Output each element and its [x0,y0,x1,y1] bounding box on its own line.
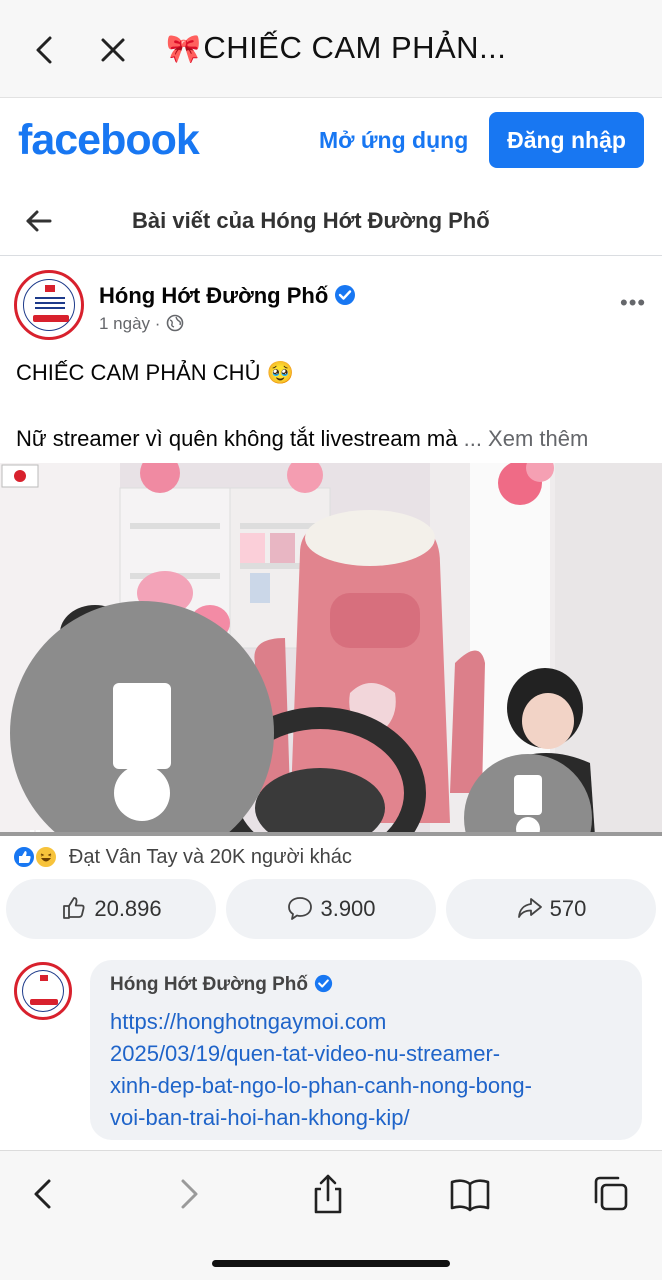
post-caption-title: CHIẾC CAM PHẢN CHỦ 🥹 [16,360,294,385]
share-button[interactable]: 570 [446,879,656,939]
comment-icon [288,897,313,920]
tab-title: 🎀CHIẾC CAM PHẢN... [166,30,506,66]
post-author-name[interactable]: Hóng Hớt Đường Phố [99,283,328,308]
bow-emoji: 🎀 [166,33,202,64]
thumbs-up-icon [63,897,85,919]
verified-badge-icon [335,285,356,305]
post-author[interactable]: Hóng Hớt Đường Phố [99,283,356,309]
caption-text: Nữ streamer vì quên không tắt livestream… [16,426,458,451]
facebook-logo[interactable]: facebook [18,116,200,165]
open-app-link[interactable]: Mở ứng dụng [319,127,468,154]
comment-count: 3.900 [320,896,376,921]
verified-badge-icon [314,974,333,993]
comment-link[interactable]: https://honghotngaymoi.com 2025/03/19/qu… [110,1006,630,1134]
chevron-left-icon[interactable] [28,30,62,70]
nav-title: Bài viết của Hóng Hớt Đường Phố [132,208,490,233]
link-line[interactable]: 2025/03/19/quen-tat-video-nu-streamer- [110,1038,630,1070]
more-options-button[interactable]: ••• [620,290,646,316]
forward-chevron-icon[interactable] [168,1172,208,1216]
page-avatar[interactable] [14,270,84,340]
meta-separator: · [154,314,161,333]
share-icon[interactable] [308,1172,348,1216]
link-line[interactable]: voi-ban-trai-hoi-han-khong-kip/ [110,1102,630,1134]
reactions-text: Đạt Vân Tay và 20K người khác [68,845,352,868]
haha-reaction-icon [34,845,59,869]
post-video[interactable] [0,463,662,836]
like-count: 20.896 [94,896,162,921]
like-button[interactable]: 20.896 [6,879,216,939]
post-caption-body: Nữ streamer vì quên không tắt livestream… [16,426,588,452]
back-chevron-icon[interactable] [24,1172,64,1216]
post-nav-bar: Bài viết của Hóng Hớt Đường Phố [0,186,662,256]
bookmarks-icon[interactable] [448,1172,492,1216]
video-progress-bar[interactable] [0,832,662,836]
globe-icon [167,314,184,332]
see-more-link[interactable]: ... Xem thêm [464,426,589,451]
page: 🎀CHIẾC CAM PHẢN... facebook Mở ứng dụng … [0,0,662,1280]
post-meta: 1 ngày · [99,314,184,334]
home-indicator [212,1260,450,1267]
tabs-icon[interactable] [590,1172,630,1216]
comment-button[interactable]: 3.900 [226,879,436,939]
share-arrow-icon [517,898,542,918]
like-reaction-icon [12,845,36,869]
post-time[interactable]: 1 ngày [99,314,150,333]
browser-top-bar: 🎀CHIẾC CAM PHẢN... [0,0,662,98]
comment-author[interactable]: Hóng Hớt Đường Phố [110,974,333,996]
comment-author-name[interactable]: Hóng Hớt Đường Phố [110,974,308,995]
reactions-summary[interactable]: Đạt Vân Tay và 20K người khác [12,845,352,871]
link-line[interactable]: https://honghotngaymoi.com [110,1006,630,1038]
arrow-left-icon[interactable] [24,206,54,236]
comment-avatar[interactable] [14,962,72,1020]
video-frame-illustration [0,463,662,836]
login-button[interactable]: Đăng nhập [489,112,644,168]
link-line[interactable]: xinh-dep-bat-ngo-lo-phan-canh-nong-bong- [110,1070,630,1102]
share-count: 570 [549,896,587,921]
tab-title-text: CHIẾC CAM PHẢN... [203,30,507,65]
close-icon[interactable] [96,30,130,70]
